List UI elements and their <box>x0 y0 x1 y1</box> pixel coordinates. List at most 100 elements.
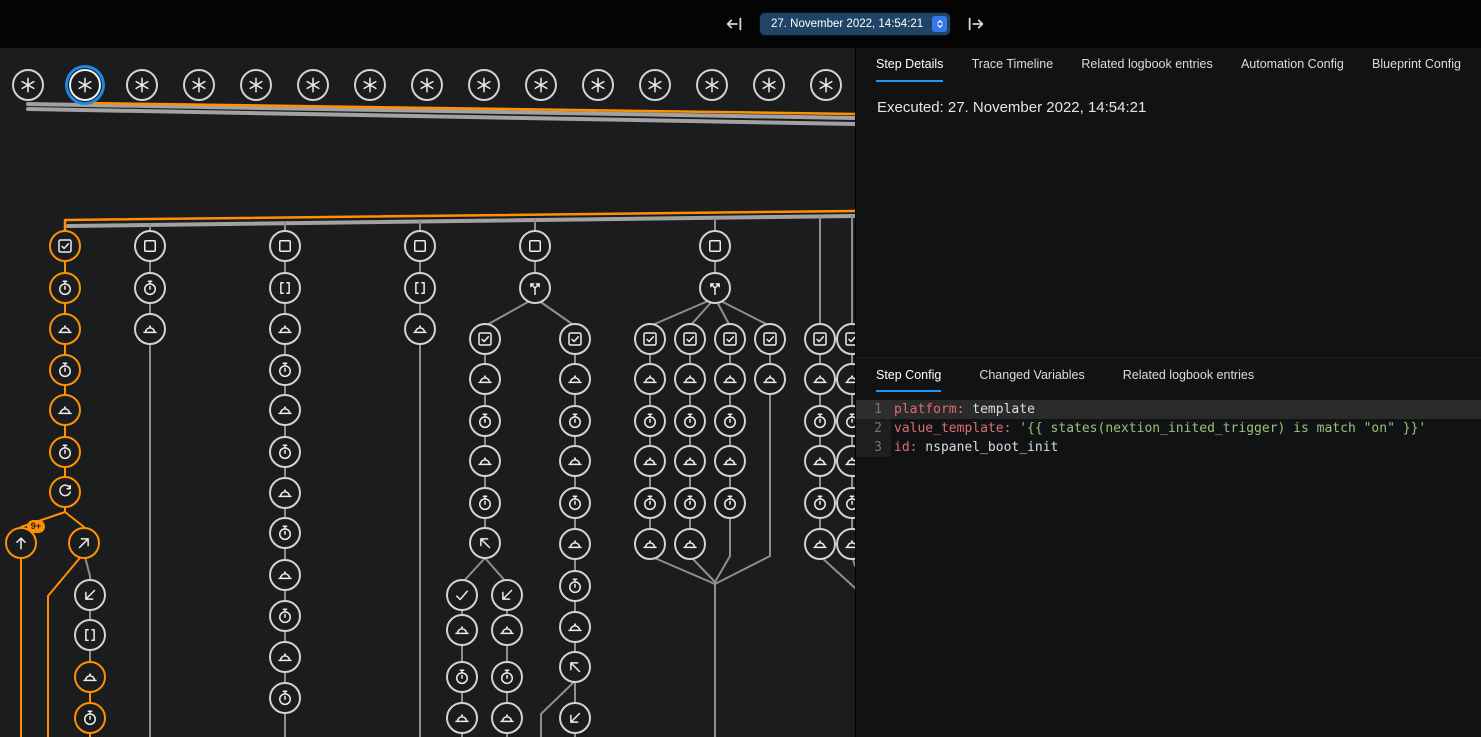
asterisk-node[interactable] <box>240 69 272 101</box>
service-node[interactable] <box>469 445 501 477</box>
arrow-up-left-node[interactable] <box>559 651 591 683</box>
timer-node[interactable] <box>559 487 591 519</box>
tab-step-config[interactable]: Step Config <box>876 360 941 392</box>
tab-related-logbook-entries[interactable]: Related logbook entries <box>1081 48 1212 82</box>
repeat-node[interactable] <box>49 476 81 508</box>
timer-node[interactable] <box>269 354 301 386</box>
service-node[interactable] <box>269 394 301 426</box>
arrow-up-node[interactable]: 9+ <box>5 527 37 559</box>
square-node[interactable] <box>519 230 551 262</box>
timer-node[interactable] <box>269 600 301 632</box>
service-node[interactable] <box>559 445 591 477</box>
service-node[interactable] <box>491 702 523 734</box>
tab-blueprint-config[interactable]: Blueprint Config <box>1372 48 1461 82</box>
asterisk-node[interactable] <box>69 69 101 101</box>
timer-node[interactable] <box>559 570 591 602</box>
timer-node[interactable] <box>804 487 836 519</box>
service-node[interactable] <box>674 528 706 560</box>
check-node[interactable] <box>446 579 478 611</box>
timer-node[interactable] <box>491 661 523 693</box>
brackets-node[interactable] <box>404 272 436 304</box>
service-node[interactable] <box>634 528 666 560</box>
square-node[interactable] <box>404 230 436 262</box>
service-node[interactable] <box>134 313 166 345</box>
tab-related-logbook-entries[interactable]: Related logbook entries <box>1123 360 1254 392</box>
tab-automation-config[interactable]: Automation Config <box>1241 48 1344 82</box>
service-node[interactable] <box>446 702 478 734</box>
tab-step-details[interactable]: Step Details <box>876 48 943 82</box>
timer-node[interactable] <box>714 487 746 519</box>
asterisk-node[interactable] <box>12 69 44 101</box>
timer-node[interactable] <box>634 405 666 437</box>
asterisk-node[interactable] <box>468 69 500 101</box>
choose-node[interactable] <box>699 272 731 304</box>
asterisk-node[interactable] <box>525 69 557 101</box>
timer-node[interactable] <box>446 661 478 693</box>
service-node[interactable] <box>49 313 81 345</box>
condition-node[interactable] <box>714 323 746 355</box>
condition-node[interactable] <box>469 323 501 355</box>
service-node[interactable] <box>634 363 666 395</box>
timer-node[interactable] <box>269 682 301 714</box>
service-node[interactable] <box>74 661 106 693</box>
service-node[interactable] <box>634 445 666 477</box>
condition-node[interactable] <box>674 323 706 355</box>
asterisk-node[interactable] <box>354 69 386 101</box>
service-node[interactable] <box>469 363 501 395</box>
timer-node[interactable] <box>634 487 666 519</box>
timer-node[interactable] <box>74 702 106 734</box>
condition-node[interactable] <box>804 323 836 355</box>
square-node[interactable] <box>699 230 731 262</box>
timer-node[interactable] <box>674 487 706 519</box>
asterisk-node[interactable] <box>183 69 215 101</box>
service-node[interactable] <box>269 477 301 509</box>
service-node[interactable] <box>674 363 706 395</box>
service-node[interactable] <box>714 363 746 395</box>
asterisk-node[interactable] <box>696 69 728 101</box>
asterisk-node[interactable] <box>582 69 614 101</box>
timer-node[interactable] <box>134 272 166 304</box>
arrow-up-right-node[interactable] <box>68 527 100 559</box>
timer-node[interactable] <box>469 487 501 519</box>
service-node[interactable] <box>269 313 301 345</box>
previous-trace-icon[interactable] <box>722 12 746 36</box>
timer-node[interactable] <box>674 405 706 437</box>
asterisk-node[interactable] <box>297 69 329 101</box>
service-node[interactable] <box>269 641 301 673</box>
square-node[interactable] <box>269 230 301 262</box>
asterisk-node[interactable] <box>810 69 842 101</box>
brackets-node[interactable] <box>269 272 301 304</box>
asterisk-node[interactable] <box>126 69 158 101</box>
arrow-down-left-node[interactable] <box>74 579 106 611</box>
service-node[interactable] <box>559 363 591 395</box>
asterisk-node[interactable] <box>411 69 443 101</box>
square-node[interactable] <box>134 230 166 262</box>
service-node[interactable] <box>446 614 478 646</box>
timer-node[interactable] <box>49 436 81 468</box>
service-node[interactable] <box>49 394 81 426</box>
trace-selector[interactable]: 27. November 2022, 14:54:21 <box>760 13 950 35</box>
service-node[interactable] <box>491 614 523 646</box>
service-node[interactable] <box>804 363 836 395</box>
choose-node[interactable] <box>519 272 551 304</box>
arrow-up-left-node[interactable] <box>469 527 501 559</box>
arrow-down-left-node[interactable] <box>559 702 591 734</box>
service-node[interactable] <box>559 611 591 643</box>
next-trace-icon[interactable] <box>964 12 988 36</box>
service-node[interactable] <box>804 445 836 477</box>
service-node[interactable] <box>269 559 301 591</box>
timer-node[interactable] <box>269 517 301 549</box>
timer-node[interactable] <box>269 436 301 468</box>
timer-node[interactable] <box>714 405 746 437</box>
condition-node[interactable] <box>559 323 591 355</box>
timer-node[interactable] <box>49 354 81 386</box>
condition-node[interactable] <box>634 323 666 355</box>
timer-node[interactable] <box>804 405 836 437</box>
service-node[interactable] <box>559 528 591 560</box>
service-node[interactable] <box>804 528 836 560</box>
asterisk-node[interactable] <box>639 69 671 101</box>
arrow-down-left-node[interactable] <box>491 579 523 611</box>
service-node[interactable] <box>674 445 706 477</box>
service-node[interactable] <box>404 313 436 345</box>
tab-changed-variables[interactable]: Changed Variables <box>979 360 1084 392</box>
